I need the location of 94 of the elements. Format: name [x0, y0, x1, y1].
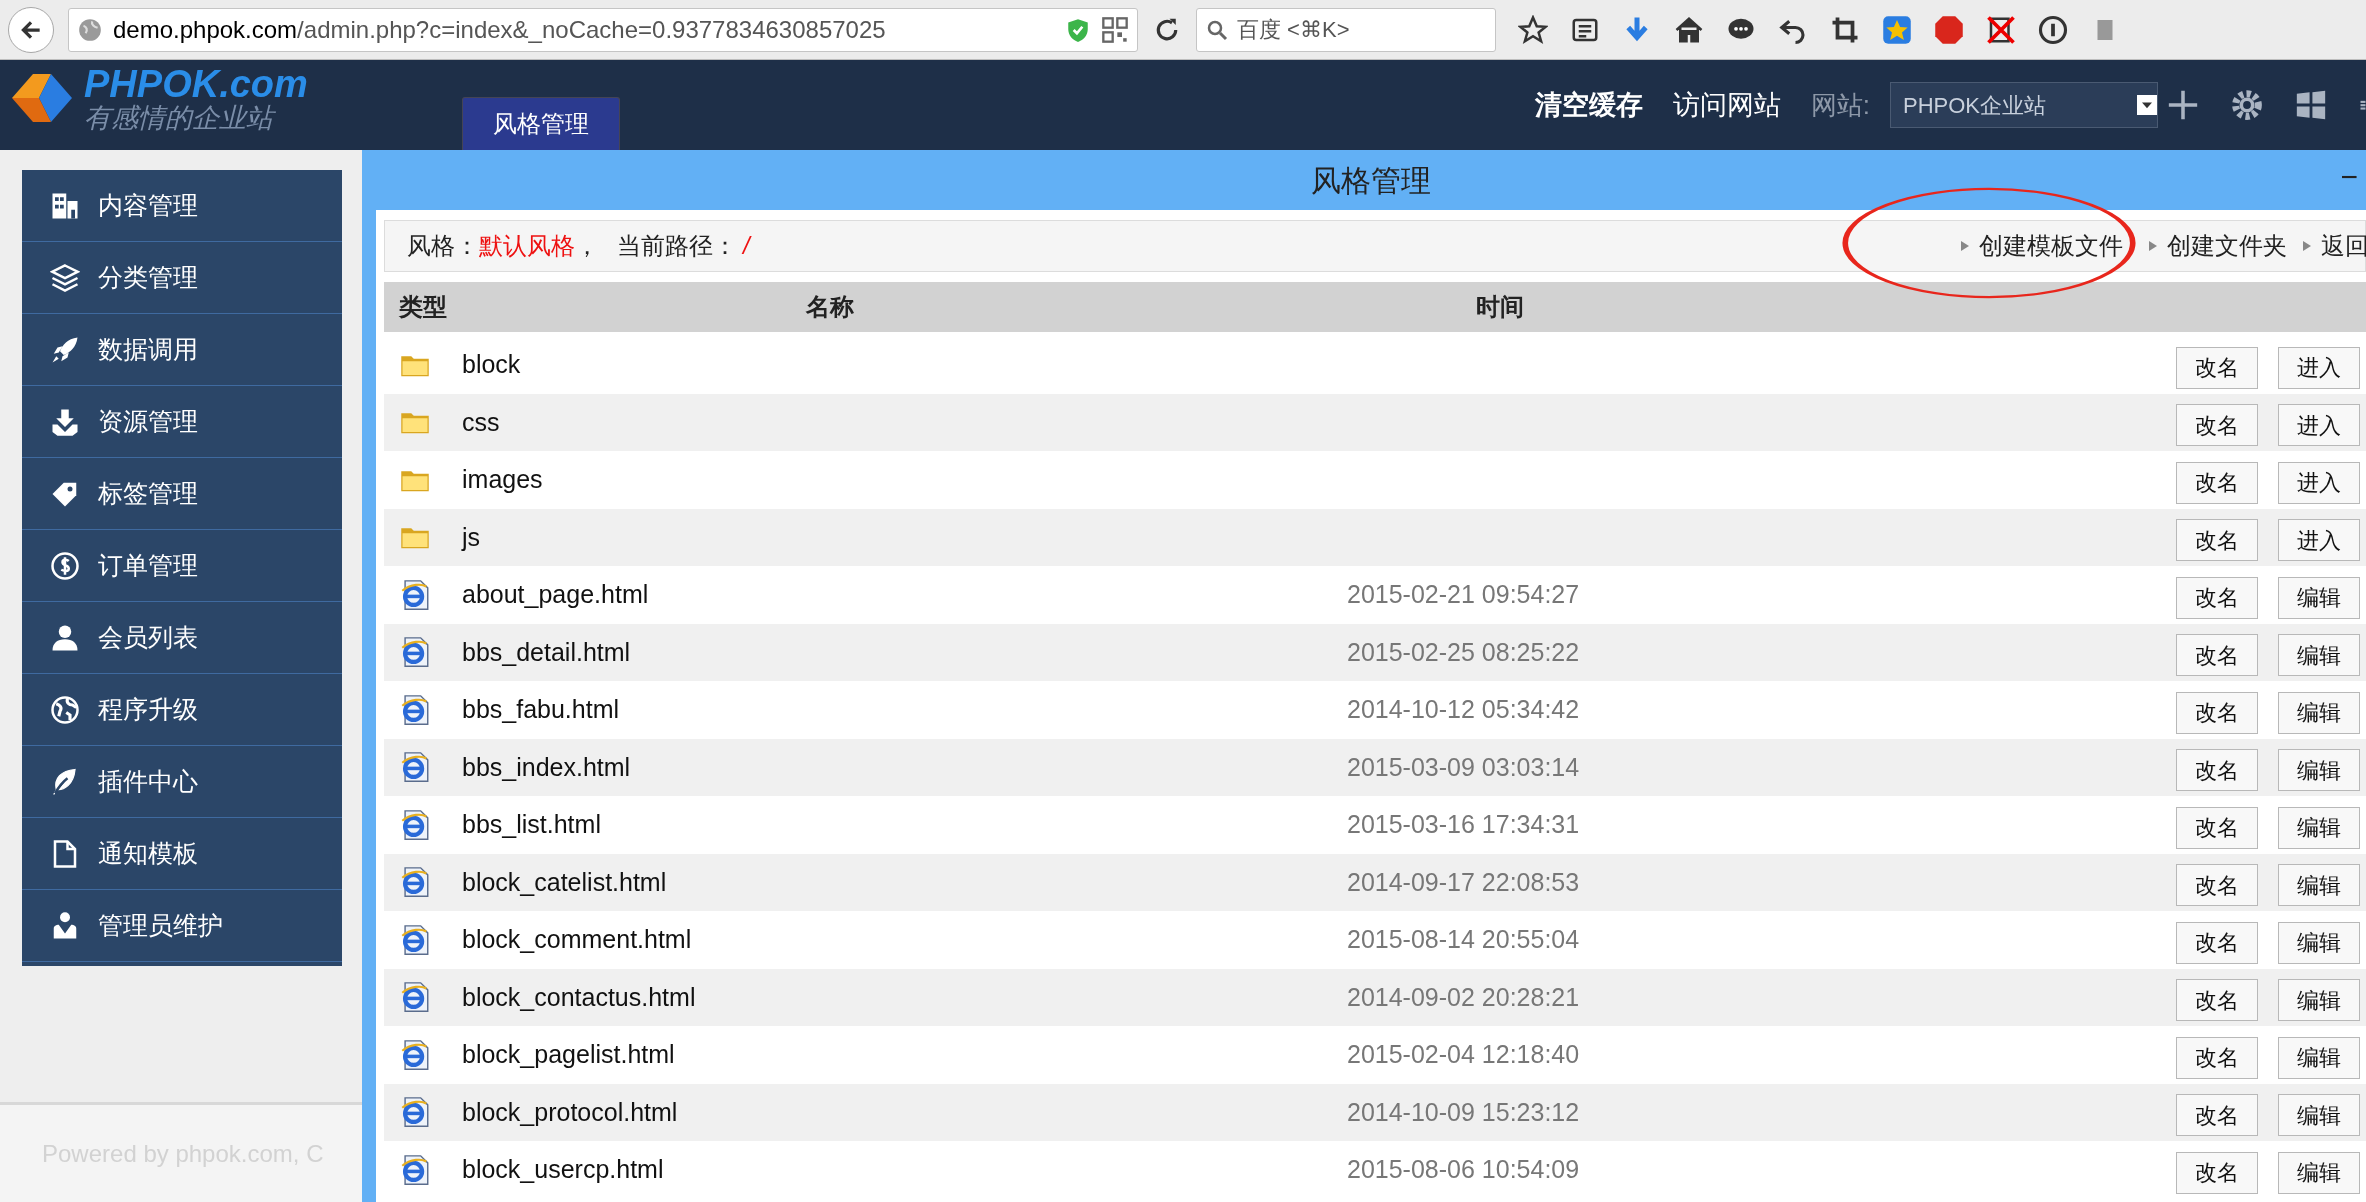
header-link[interactable]: 访问网站 — [1672, 84, 1781, 126]
file-name: block_catelist.html — [462, 867, 667, 896]
row-button[interactable]: 改名 — [2176, 576, 2258, 619]
file-name: js — [462, 522, 481, 551]
row-button[interactable]: 编辑 — [2278, 1151, 2360, 1194]
row-button[interactable]: 编辑 — [2278, 634, 2360, 677]
row-button[interactable]: 编辑 — [2278, 921, 2360, 964]
info-icon[interactable] — [2038, 14, 2068, 45]
row-button[interactable]: 改名 — [2176, 921, 2258, 964]
row-button[interactable]: 改名 — [2176, 1036, 2258, 1079]
modified-time: 2015-02-04 12:18:40 — [1347, 1040, 1580, 1068]
windows-icon[interactable] — [2294, 88, 2328, 122]
row-button[interactable]: 编辑 — [2278, 806, 2360, 849]
row-button[interactable]: 进入 — [2278, 404, 2360, 447]
search-placeholder: 百度 <⌘K> — [1237, 16, 1350, 44]
row-button[interactable]: 改名 — [2176, 806, 2258, 849]
column-header: 名称 — [806, 293, 854, 320]
file-name: bbs_fabu.html — [462, 695, 620, 723]
site-label: 网站: — [1810, 88, 1870, 122]
modified-time: 2014-09-02 20:28:21 — [1347, 982, 1580, 1011]
action-link[interactable]: 创建模板文件 — [1959, 228, 2123, 264]
header-tab[interactable]: 风格管理 — [462, 97, 620, 150]
star-badge-icon[interactable] — [1882, 14, 1912, 45]
modified-time: 2015-03-16 17:34:31 — [1347, 810, 1580, 838]
logo-title: PHPOK.com — [84, 64, 308, 103]
file-name: bbs_detail.html — [462, 637, 631, 666]
file-name: block_contactus.html — [462, 982, 696, 1011]
site-select[interactable]: PHPOK企业站 — [1890, 82, 2158, 128]
dollar-coin-icon — [50, 550, 80, 581]
file-name: bbs_list.html — [462, 810, 601, 838]
crossed-out-icon[interactable] — [1986, 14, 2016, 45]
column-header: 类型 — [399, 293, 447, 320]
modified-time: 2015-02-21 09:54:27 — [1347, 580, 1580, 608]
row-button[interactable]: 改名 — [2176, 404, 2258, 447]
row-button[interactable]: 改名 — [2176, 634, 2258, 677]
gear-icon[interactable] — [2230, 88, 2264, 122]
file-name: block — [462, 350, 521, 378]
back-button[interactable] — [8, 6, 54, 53]
row-button[interactable]: 进入 — [2278, 461, 2360, 504]
header-link[interactable]: 清空缓存 — [1534, 84, 1643, 126]
row-button[interactable]: 进入 — [2278, 519, 2360, 562]
column-header: 时间 — [1476, 293, 1524, 320]
modified-time: 2014-10-09 15:23:12 — [1347, 1097, 1580, 1126]
url-text: demo.phpok.com/admin.php?c=index&_noCache=0.9377834630857025 — [113, 14, 887, 45]
collapse-button[interactable]: − — [2340, 154, 2358, 199]
address-bar[interactable]: demo.phpok.com/admin.php?c=index&_noCache=0.9377834630857025 — [68, 7, 1138, 52]
row-button[interactable]: 编辑 — [2278, 1036, 2360, 1079]
qr-code-icon — [1101, 15, 1129, 44]
modified-time: 2015-08-06 10:54:09 — [1347, 1155, 1580, 1183]
style-name: 默认风格 — [479, 231, 575, 261]
layers-icon — [50, 262, 80, 293]
modified-time: 2015-08-14 20:55:04 — [1347, 925, 1580, 953]
row-button[interactable]: 改名 — [2176, 979, 2258, 1022]
file-name: block_comment.html — [462, 925, 692, 953]
row-button[interactable]: 改名 — [2176, 519, 2258, 562]
row-button[interactable]: 改名 — [2176, 461, 2258, 504]
file-name: about_page.html — [462, 580, 649, 608]
row-button[interactable]: 编辑 — [2278, 576, 2360, 619]
file-name: block_protocol.html — [462, 1097, 678, 1126]
globe-icon — [77, 16, 103, 43]
row-button[interactable]: 编辑 — [2278, 749, 2360, 792]
row-button[interactable]: 改名 — [2176, 691, 2258, 734]
row-button[interactable]: 进入 — [2278, 346, 2360, 389]
file-name: css — [462, 407, 500, 436]
file-name: images — [462, 465, 543, 493]
modified-time: 2014-09-17 22:08:53 — [1347, 867, 1580, 896]
file-name: block_usercp.html — [462, 1155, 664, 1183]
search-field[interactable]: 百度 <⌘K> — [1196, 7, 1496, 52]
row-button[interactable]: 改名 — [2176, 1151, 2258, 1194]
row-button[interactable]: 改名 — [2176, 864, 2258, 907]
path-value: / — [743, 231, 750, 261]
row-button[interactable]: 改名 — [2176, 346, 2258, 389]
logo-slogan: 有感情的企业站 — [84, 104, 308, 132]
action-link[interactable]: 创建文件夹 — [2147, 228, 2287, 264]
action-link[interactable]: 返回 — [2301, 228, 2366, 264]
modified-time: 2015-03-09 03:03:14 — [1347, 752, 1580, 781]
row-button[interactable]: 改名 — [2176, 749, 2258, 792]
ad-block-icon[interactable] — [1934, 14, 1964, 45]
file-name: block_pagelist.html — [462, 1040, 675, 1068]
row-button[interactable]: 编辑 — [2278, 691, 2360, 734]
plus-icon[interactable] — [2166, 88, 2200, 122]
style-label: 风格： — [407, 231, 479, 261]
row-button[interactable]: 编辑 — [2278, 979, 2360, 1022]
comma-text: ， — [575, 231, 599, 261]
modified-time: 2015-02-25 08:25:22 — [1347, 637, 1580, 666]
file-name: bbs_index.html — [462, 752, 631, 781]
row-button[interactable]: 编辑 — [2278, 1094, 2360, 1137]
panel-title: 风格管理 — [1311, 162, 1431, 199]
row-button[interactable]: 编辑 — [2278, 864, 2360, 907]
globe-icon — [50, 694, 80, 725]
row-button[interactable]: 改名 — [2176, 1094, 2258, 1137]
bookmark-star-icon[interactable] — [1518, 14, 1548, 45]
modified-time: 2014-10-12 05:34:42 — [1347, 695, 1580, 723]
path-label: 当前路径： — [617, 231, 737, 261]
